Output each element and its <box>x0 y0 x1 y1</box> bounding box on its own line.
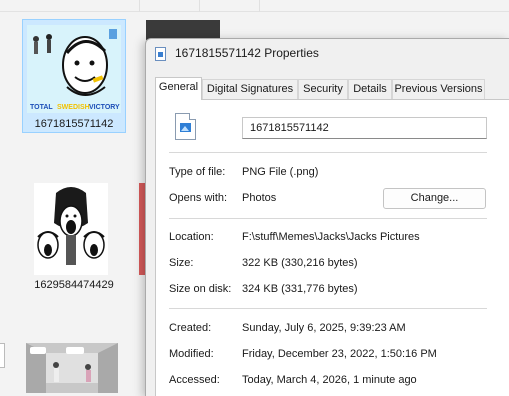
change-button[interactable]: Change... <box>383 188 486 209</box>
modified-label: Modified: <box>169 348 214 360</box>
file-thumbnail: TOTAL SWEDISH VICTORY <box>27 25 121 113</box>
accessed-value: Today, March 4, 2026, 1 minute ago <box>242 374 417 386</box>
created-label: Created: <box>169 322 212 334</box>
location-label: Location: <box>169 231 214 243</box>
opens-with-value: Photos <box>242 192 277 204</box>
file-name-label: 1629584474429 <box>34 279 114 291</box>
type-of-file-label: Type of file: <box>169 166 226 178</box>
tab-general[interactable]: General <box>155 77 202 100</box>
properties-dialog: 1671815571142 Properties General Digital… <box>145 38 509 396</box>
size-label: Size: <box>169 257 194 269</box>
general-tab-panel: Type of file: PNG File (.png) Opens with… <box>155 99 509 396</box>
file-item[interactable] <box>22 340 126 396</box>
file-item[interactable]: 1629584474429 <box>22 178 126 298</box>
dialog-titlebar[interactable]: 1671815571142 Properties <box>146 39 509 69</box>
thumb-caption-total: TOTAL <box>30 104 53 111</box>
thumb-caption-swedish: SWEDISH <box>57 104 90 111</box>
file-name-field[interactable] <box>242 117 487 139</box>
separator <box>169 152 487 153</box>
meme-thumbnail-image <box>26 343 118 393</box>
tab-security[interactable]: Security <box>298 79 348 99</box>
file-name-label: 1671815571142 <box>34 118 114 130</box>
partial-file-thumbnail <box>0 343 5 368</box>
header-segment <box>0 0 140 12</box>
file-item-selected[interactable]: TOTAL SWEDISH VICTORY 1671815571142 <box>22 19 126 133</box>
header-segment <box>140 0 200 12</box>
header-segment <box>200 0 260 12</box>
separator <box>169 308 487 309</box>
file-icon <box>155 47 166 61</box>
file-thumbnail <box>34 183 108 275</box>
explorer-header-strip <box>0 0 509 12</box>
png-file-icon <box>175 113 196 140</box>
tab-previous-versions[interactable]: Previous Versions <box>392 79 485 99</box>
location-value: F:\stuff\Memes\Jacks\Jacks Pictures <box>242 231 420 243</box>
meme-thumbnail-image: TOTAL SWEDISH VICTORY <box>27 25 121 113</box>
file-thumbnail <box>26 343 118 393</box>
meme-thumbnail-image <box>34 183 108 275</box>
tab-digital-signatures[interactable]: Digital Signatures <box>202 79 298 99</box>
type-of-file-value: PNG File (.png) <box>242 166 319 178</box>
dialog-title: 1671815571142 Properties <box>175 46 319 60</box>
size-on-disk-label: Size on disk: <box>169 283 232 295</box>
created-value: Sunday, July 6, 2025, 9:39:23 AM <box>242 322 406 334</box>
partial-file-thumbnail <box>146 20 220 40</box>
size-on-disk-value: 324 KB (331,776 bytes) <box>242 283 358 295</box>
size-value: 322 KB (330,216 bytes) <box>242 257 358 269</box>
tab-details[interactable]: Details <box>348 79 392 99</box>
modified-value: Friday, December 23, 2022, 1:50:16 PM <box>242 348 437 360</box>
thumb-caption-victory: VICTORY <box>89 104 120 111</box>
opens-with-label: Opens with: <box>169 192 228 204</box>
separator <box>169 218 487 219</box>
accessed-label: Accessed: <box>169 374 220 386</box>
